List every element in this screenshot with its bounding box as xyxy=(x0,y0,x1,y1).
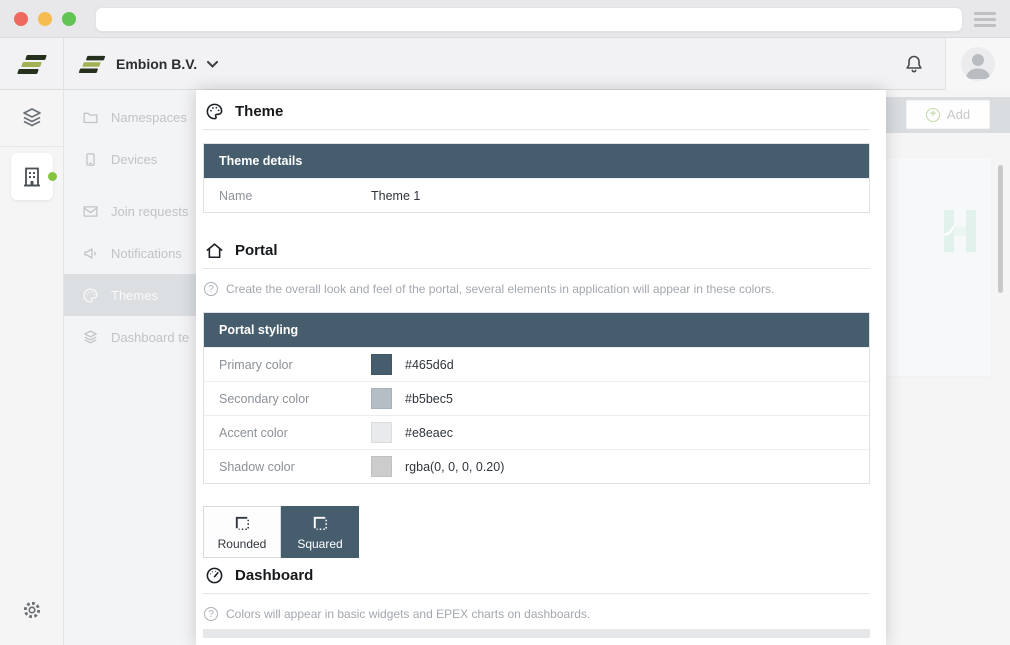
minimize-window-button[interactable] xyxy=(38,12,52,26)
sidebar-item-settings[interactable] xyxy=(0,599,64,621)
sidebar-item-organization[interactable] xyxy=(11,153,53,200)
rounded-button-label: Rounded xyxy=(218,537,267,551)
notifications-bell-icon[interactable] xyxy=(902,52,926,76)
secondary-color-value: #b5bec5 xyxy=(405,392,453,406)
page-scrollbar[interactable] xyxy=(998,165,1003,293)
help-icon: ? xyxy=(204,282,218,296)
primary-color-label: Primary color xyxy=(219,358,371,372)
home-icon xyxy=(205,241,224,260)
portal-help: ? Create the overall look and feel of th… xyxy=(204,282,870,296)
app-logo-home[interactable] xyxy=(0,38,64,90)
corner-style-icon xyxy=(233,514,252,533)
maximize-window-button[interactable] xyxy=(62,12,76,26)
company-switcher[interactable]: Embion B.V. xyxy=(78,38,218,90)
help-icon: ? xyxy=(204,607,218,621)
embion-logo-icon xyxy=(79,54,104,74)
dashboard-help: ? Colors will appear in basic widgets an… xyxy=(204,607,870,621)
secondary-color-label: Secondary color xyxy=(219,392,371,406)
app-header: Embion B.V. xyxy=(0,38,1010,90)
squared-corners-button[interactable]: Squared xyxy=(281,506,359,558)
url-input[interactable] xyxy=(95,7,963,32)
portal-section-title: Portal xyxy=(235,242,278,259)
corner-style-toggle: Rounded Squared xyxy=(203,506,870,558)
portal-section-heading: Portal xyxy=(205,241,870,260)
company-name: Embion B.V. xyxy=(116,56,197,72)
dashboard-help-text: Colors will appear in basic widgets and … xyxy=(226,607,590,621)
theme-details-table: Theme details Name Theme 1 xyxy=(203,143,870,213)
shadow-color-value: rgba(0, 0, 0, 0.20) xyxy=(405,460,504,474)
table-row-primary-color[interactable]: Primary color #465d6d xyxy=(204,347,869,381)
portal-styling-table-header: Portal styling xyxy=(204,313,869,347)
palette-icon xyxy=(205,102,224,121)
user-menu[interactable] xyxy=(945,38,1010,90)
squared-button-label: Squared xyxy=(297,537,342,551)
chevron-down-icon xyxy=(207,61,218,68)
primary-color-value: #465d6d xyxy=(405,358,454,372)
accent-color-label: Accent color xyxy=(219,426,371,440)
table-row-name[interactable]: Name Theme 1 xyxy=(204,178,869,212)
shadow-color-label: Shadow color xyxy=(219,460,371,474)
dashboard-section-title: Dashboard xyxy=(235,567,313,584)
gear-icon xyxy=(21,599,43,621)
close-window-button[interactable] xyxy=(14,12,28,26)
sidebar-item-layers[interactable] xyxy=(0,90,64,147)
theme-editor-panel: Theme Theme details Name Theme 1 Portal … xyxy=(196,90,886,645)
corner-style-icon xyxy=(311,514,330,533)
secondary-color-swatch[interactable] xyxy=(371,388,392,409)
active-status-dot xyxy=(48,172,57,181)
primary-sidebar xyxy=(0,90,64,645)
avatar xyxy=(961,47,995,81)
portal-help-text: Create the overall look and feel of the … xyxy=(226,282,774,296)
shadow-color-swatch[interactable] xyxy=(371,456,392,477)
name-value: Theme 1 xyxy=(371,189,420,203)
primary-color-swatch[interactable] xyxy=(371,354,392,375)
browser-chrome xyxy=(0,0,1010,38)
theme-section-heading: Theme xyxy=(205,102,870,121)
embion-logo-icon xyxy=(18,53,46,75)
accent-color-swatch[interactable] xyxy=(371,422,392,443)
rounded-corners-button[interactable]: Rounded xyxy=(203,506,281,558)
table-row-accent-color[interactable]: Accent color #e8eaec xyxy=(204,415,869,449)
theme-details-table-header: Theme details xyxy=(204,144,869,178)
name-label: Name xyxy=(219,189,371,203)
gauge-icon xyxy=(205,566,224,585)
layers-icon xyxy=(20,106,44,130)
accent-color-value: #e8eaec xyxy=(405,426,453,440)
building-icon xyxy=(20,165,44,189)
table-row-shadow-color[interactable]: Shadow color rgba(0, 0, 0, 0.20) xyxy=(204,449,869,483)
theme-section-title: Theme xyxy=(235,103,283,120)
portal-styling-table: Portal styling Primary color #465d6d Sec… xyxy=(203,312,870,484)
table-row-secondary-color[interactable]: Secondary color #b5bec5 xyxy=(204,381,869,415)
clipped-next-section xyxy=(203,629,870,638)
dashboard-section-heading: Dashboard xyxy=(205,566,870,585)
browser-menu-icon[interactable] xyxy=(974,12,996,27)
